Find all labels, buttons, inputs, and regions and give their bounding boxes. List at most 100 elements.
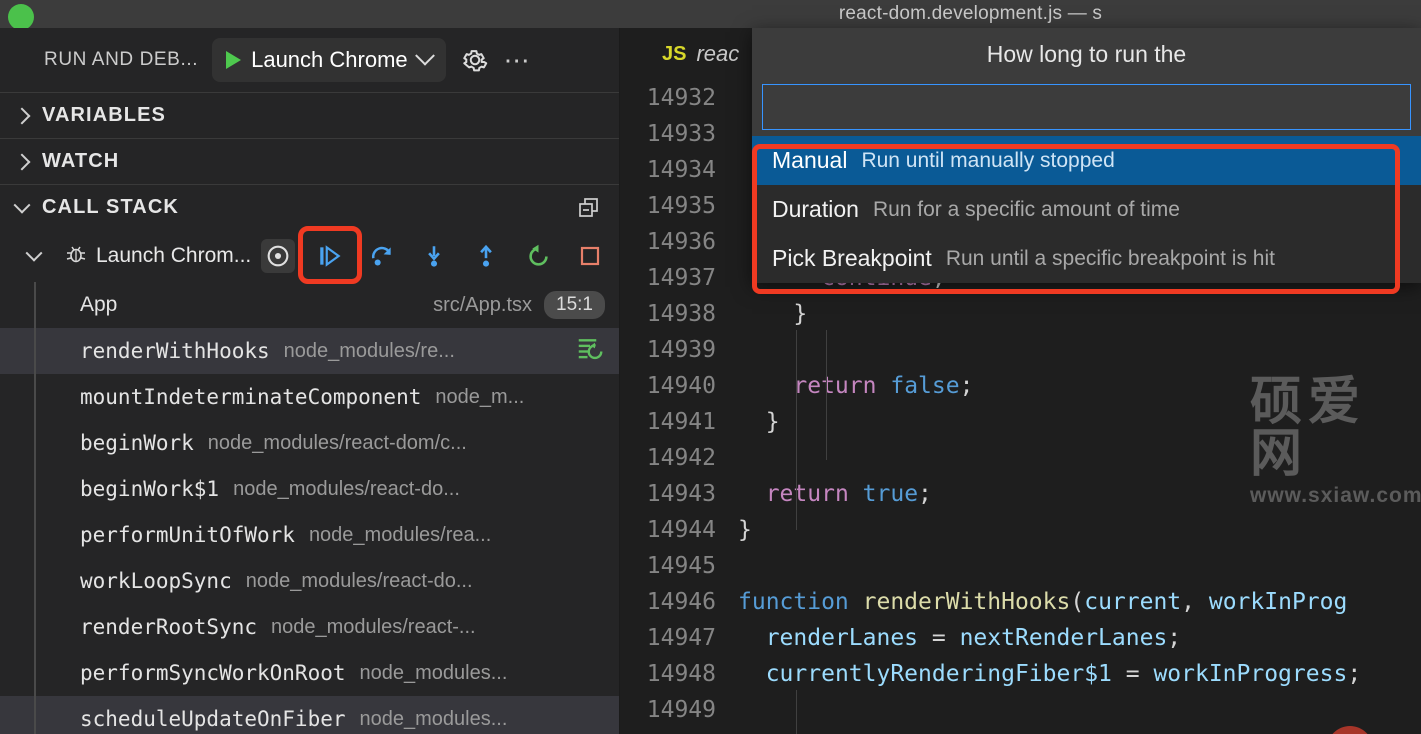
code-text: function renderWithHooks(current, workIn… (738, 589, 1348, 615)
title-bar: react-dom.development.js — s (0, 0, 1421, 30)
code-line: 14945 (620, 548, 1421, 584)
chevron-right-icon[interactable] (13, 153, 31, 170)
stack-frame-name: beginWork$1 (80, 477, 220, 501)
javascript-file-icon: JS (662, 42, 687, 65)
stack-frame-source: node_modules/rea... (308, 523, 492, 546)
chevron-down-icon[interactable] (13, 196, 31, 214)
stack-frame-name: renderRootSync (80, 615, 258, 639)
line-number: 14942 (646, 445, 716, 471)
stack-frame-row[interactable]: mountIndeterminateComponent node_m... (0, 374, 619, 420)
restart-frame-icon[interactable] (575, 334, 605, 369)
sidebar-section-label: VARIABLES (42, 104, 166, 126)
line-number: 14945 (646, 553, 716, 579)
line-number: 14947 (646, 625, 716, 651)
line-number: 14941 (646, 409, 716, 435)
stack-frame-position: 15:1 (544, 291, 605, 319)
code-text: } (738, 301, 808, 327)
stack-frame-source: node_modules... (359, 707, 508, 730)
stack-frame-row[interactable]: renderRootSync node_modules/react-... (0, 604, 619, 650)
quick-pick-item-description: Run until a specific breakpoint is hit (945, 246, 1275, 270)
step-out-button[interactable] (469, 239, 503, 273)
debug-toolbar (261, 236, 607, 276)
collapse-all-icon[interactable] (577, 196, 601, 225)
launch-config-label: Launch Chrome (251, 47, 408, 72)
quick-pick-item-label: Duration (772, 196, 859, 222)
quick-pick-item-label: Pick Breakpoint (772, 245, 932, 271)
line-number: 14949 (646, 697, 716, 723)
stack-frame-row[interactable]: App src/App.tsx 15:1 (0, 282, 619, 328)
code-line: 14941 } (620, 404, 1421, 440)
code-text: currentlyRenderingFiber$1 = workInProgre… (765, 661, 1362, 687)
gear-icon[interactable] (460, 45, 490, 75)
code-line: 14944} (620, 512, 1421, 548)
sidebar-section-watch[interactable]: WATCH (0, 138, 619, 184)
code-line: 14946 function renderWithHooks(current, w… (620, 584, 1421, 620)
stack-frame-name: workLoopSync (80, 569, 232, 593)
line-number: 14940 (646, 373, 716, 399)
quick-pick-dialog: How long to run the Manual Run until man… (752, 28, 1421, 283)
stack-frame-row[interactable]: scheduleUpdateOnFiber node_modules... (0, 696, 619, 734)
stack-frame-row[interactable]: performSyncWorkOnRoot node_modules... (0, 650, 619, 696)
quick-pick-item-manual[interactable]: Manual Run until manually stopped (752, 136, 1421, 185)
indent-guide (826, 330, 827, 460)
editor-tab[interactable]: JS reac (620, 28, 758, 80)
quick-pick-item-pick-breakpoint[interactable]: Pick Breakpoint Run until a specific bre… (752, 234, 1421, 283)
call-stack-frames: App src/App.tsx 15:1 renderWithHooks nod… (0, 282, 619, 734)
code-text: } (738, 409, 780, 435)
debug-session-row[interactable]: Launch Chrom... (0, 230, 619, 282)
quick-pick-item-duration[interactable]: Duration Run for a specific amount of ti… (752, 185, 1421, 234)
stack-frame-name: mountIndeterminateComponent (80, 385, 422, 409)
stack-frame-source: node_modules... (359, 661, 508, 684)
continue-button[interactable] (313, 239, 347, 273)
indent-guide (796, 690, 797, 734)
stop-button[interactable] (573, 239, 607, 273)
start-debugging-icon[interactable] (226, 51, 242, 69)
restart-button[interactable] (521, 239, 555, 273)
more-actions-icon[interactable]: ⋯ (504, 47, 532, 73)
code-line: 14942 (620, 440, 1421, 476)
line-number: 14946 (646, 589, 716, 615)
chevron-right-icon[interactable] (13, 107, 31, 124)
launch-configuration-selector[interactable]: Launch Chrome (212, 38, 446, 82)
stack-frame-source: node_modules/react-do... (233, 477, 460, 500)
quick-pick-title: How long to run the (986, 40, 1187, 67)
stack-frame-source: node_modules/react-... (271, 615, 476, 638)
line-number: 14934 (646, 157, 716, 183)
line-number: 14938 (646, 301, 716, 327)
line-number: 14936 (646, 229, 716, 255)
stack-frame-row[interactable]: workLoopSync node_modules/react-do... (0, 558, 619, 604)
run-and-debug-sidebar: RUN AND DEB... Launch Chrome ⋯ VARIABLES… (0, 28, 620, 734)
line-number: 14943 (646, 481, 716, 507)
code-line: 14940 return false; (620, 368, 1421, 404)
code-text: renderLanes = nextRenderLanes; (765, 625, 1182, 651)
stack-frame-name: App (80, 293, 118, 316)
step-into-button[interactable] (417, 239, 451, 273)
sidebar-section-variables[interactable]: VARIABLES (0, 92, 619, 138)
step-over-button[interactable] (365, 239, 399, 273)
line-number: 14948 (646, 661, 716, 687)
sidebar-section-call-stack[interactable]: CALL STACK (0, 184, 619, 230)
editor-tab-label: reac (696, 41, 740, 66)
quick-pick-input[interactable] (762, 84, 1411, 130)
code-line: 14943 return true; (620, 476, 1421, 512)
stack-frame-actions (575, 328, 605, 374)
pause-on-exception-toggle[interactable] (261, 239, 295, 273)
code-line: 14947 renderLanes = nextRenderLanes; (620, 620, 1421, 656)
quick-pick-input-wrapper (752, 80, 1421, 136)
stack-frame-meta: src/App.tsx 15:1 (419, 282, 605, 328)
stack-frame-source: node_modules/re... (283, 339, 455, 362)
stack-frame-source: node_modules/react-dom/c... (207, 431, 467, 454)
stack-frame-name: scheduleUpdateOnFiber (80, 707, 346, 731)
stack-frame-row[interactable]: beginWork node_modules/react-dom/c... (0, 420, 619, 466)
debug-view-header: RUN AND DEB... Launch Chrome ⋯ (0, 28, 619, 92)
chevron-down-icon[interactable] (25, 244, 43, 262)
window-close-traffic-light[interactable] (8, 4, 34, 30)
line-number: 14944 (646, 517, 716, 543)
stack-frame-row[interactable]: beginWork$1 node_modules/react-do... (0, 466, 619, 512)
stack-frame-name: beginWork (80, 431, 194, 455)
window-title: react-dom.development.js — s (838, 3, 1103, 24)
stack-frame-row[interactable]: performUnitOfWork node_modules/rea... (0, 512, 619, 558)
stack-frame-row[interactable]: renderWithHooks node_modules/re... (0, 328, 619, 374)
chevron-down-icon[interactable] (414, 45, 435, 66)
code-line: 14948 currentlyRenderingFiber$1 = workIn… (620, 656, 1421, 692)
